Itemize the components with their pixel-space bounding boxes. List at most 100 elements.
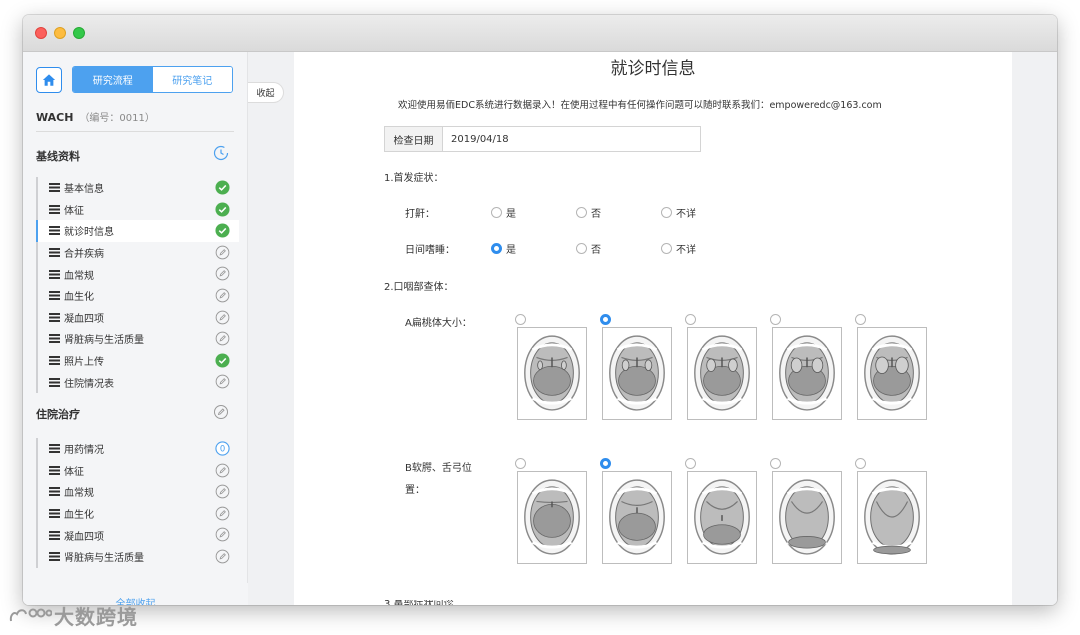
sleepiness-option-unknown[interactable]: 不详 [661, 241, 696, 256]
minimize-window-button[interactable] [54, 27, 66, 39]
sidebar-tabs: 研究流程 研究笔记 [72, 66, 233, 93]
radio-button[interactable] [685, 314, 696, 325]
edit-icon[interactable] [215, 463, 230, 478]
watermark-logo-icon [9, 608, 52, 621]
watermark: 大数跨境 [8, 601, 138, 630]
sidebar-item[interactable]: 照片上传 [36, 349, 239, 372]
tab-research-notes[interactable]: 研究笔记 [152, 67, 232, 92]
question-soft-palate-label: B软腭、舌弓位置： [405, 463, 472, 496]
home-button[interactable] [36, 67, 62, 93]
radio-button[interactable] [770, 314, 781, 325]
radio-button[interactable] [515, 314, 526, 325]
tonsil-size-diagram[interactable] [687, 327, 757, 420]
edit-icon[interactable] [215, 374, 230, 389]
radio-button[interactable] [576, 207, 587, 218]
radio-button[interactable] [491, 207, 502, 218]
edit-icon[interactable] [215, 288, 230, 303]
radio-button[interactable] [685, 458, 696, 469]
complete-check-icon[interactable] [215, 202, 230, 217]
soft-palate-diagram[interactable] [517, 471, 587, 564]
close-window-button[interactable] [35, 27, 47, 39]
sidebar-item[interactable]: 就诊时信息 [36, 220, 239, 242]
group-title-inpatient[interactable]: 住院治疗 [36, 406, 80, 422]
edit-icon[interactable] [215, 549, 230, 564]
soft-palate-diagram[interactable] [772, 471, 842, 564]
sleepiness-option-yes[interactable]: 是 [491, 241, 516, 256]
list-icon [49, 377, 60, 387]
maximize-window-button[interactable] [73, 27, 85, 39]
soft-palate-diagram[interactable] [687, 471, 757, 564]
complete-check-icon[interactable] [215, 180, 230, 195]
edit-icon[interactable] [215, 527, 230, 542]
sidebar-item[interactable]: 基本信息 [36, 177, 239, 199]
sidebar-item[interactable]: 住院情况表 [36, 371, 239, 393]
sidebar-item-label: 就诊时信息 [64, 227, 114, 239]
sleepiness-option-no[interactable]: 否 [576, 241, 601, 256]
radio-button[interactable] [576, 243, 587, 254]
tonsil-size-diagram[interactable] [602, 327, 672, 420]
exam-date-input[interactable]: 2019/04/18 [443, 127, 509, 151]
sidebar-item[interactable]: 血生化 [36, 284, 239, 307]
count-badge-icon[interactable]: 0 [215, 441, 230, 456]
sidebar-item[interactable]: 凝血四项 [36, 306, 239, 329]
sidebar-item-label: 体征 [64, 466, 84, 478]
radio-button[interactable] [855, 458, 866, 469]
sidebar-item[interactable]: 血常规 [36, 481, 239, 503]
group-title-baseline[interactable]: 基线资料 [36, 148, 80, 164]
radio-button-selected[interactable] [491, 243, 502, 254]
title-bar [23, 15, 1057, 52]
mouth-anatomy-icon [694, 479, 750, 555]
complete-check-icon[interactable] [215, 223, 230, 238]
sidebar-item-label: 凝血四项 [64, 313, 104, 325]
edit-icon[interactable] [215, 245, 230, 260]
sidebar-item-label: 血生化 [64, 292, 94, 304]
nav-list-baseline: 基本信息 体征就诊时信息合并疾病血常规血生化凝血四项肾脏病与生活质量 照片上传 住院情… [36, 177, 239, 393]
radio-button[interactable] [770, 458, 781, 469]
sidebar-item[interactable]: 肾脏病与生活质量 [36, 328, 239, 350]
welcome-text: 欢迎使用易侕EDC系统进行数据录入！在使用过程中有任何操作问题可以随时联系我们：… [398, 100, 882, 111]
edit-icon[interactable] [215, 266, 230, 281]
sidebar-item[interactable]: 合并疾病 [36, 241, 239, 264]
sidebar-item[interactable]: 体征 [36, 198, 239, 221]
tonsil-size-diagram[interactable] [517, 327, 587, 420]
snoring-option-yes[interactable]: 是 [491, 205, 516, 220]
sidebar-item[interactable]: 血生化 [36, 502, 239, 525]
edit-icon[interactable] [215, 484, 230, 499]
snoring-option-unknown[interactable]: 不详 [661, 205, 696, 220]
clock-icon[interactable] [213, 145, 229, 161]
radio-button[interactable] [515, 458, 526, 469]
tonsil-size-diagram[interactable] [772, 327, 842, 420]
snoring-option-no[interactable]: 否 [576, 205, 601, 220]
edit-icon[interactable] [213, 404, 229, 420]
tab-research-flow[interactable]: 研究流程 [73, 67, 153, 92]
project-name: WACH [36, 111, 74, 124]
edit-icon[interactable] [215, 310, 230, 325]
radio-button[interactable] [855, 314, 866, 325]
list-icon [49, 312, 60, 322]
mouth-anatomy-icon [779, 479, 835, 555]
radio-button-selected[interactable] [600, 458, 611, 469]
sidebar-item-label: 血常规 [64, 270, 94, 282]
radio-button[interactable] [661, 207, 672, 218]
question-daytime-sleepiness-label: 日间嗜睡： [405, 245, 455, 256]
option-label: 否 [591, 209, 601, 220]
option-label: 不详 [676, 209, 696, 220]
soft-palate-diagram[interactable] [857, 471, 927, 564]
sidebar-item-label: 用药情况 [64, 445, 104, 457]
edit-icon[interactable] [215, 506, 230, 521]
radio-button[interactable] [661, 243, 672, 254]
complete-check-icon[interactable] [215, 353, 230, 368]
sidebar-item[interactable]: 血常规 [36, 263, 239, 285]
soft-palate-diagram[interactable] [602, 471, 672, 564]
sidebar-item[interactable]: 体征 [36, 459, 239, 482]
edit-icon[interactable] [215, 331, 230, 346]
section-oropharynx-exam: 2.口咽部查体： [384, 282, 454, 293]
sidebar-item[interactable]: 用药情况 0 [36, 438, 239, 460]
sidebar-item[interactable]: 凝血四项 [36, 524, 239, 546]
list-icon [49, 226, 60, 236]
radio-button-selected[interactable] [600, 314, 611, 325]
mouth-anatomy-icon [694, 335, 750, 411]
sidebar-item[interactable]: 肾脏病与生活质量 [36, 545, 239, 568]
tonsil-size-diagram[interactable] [857, 327, 927, 420]
collapse-sidebar-button[interactable]: 收起 [248, 82, 284, 103]
